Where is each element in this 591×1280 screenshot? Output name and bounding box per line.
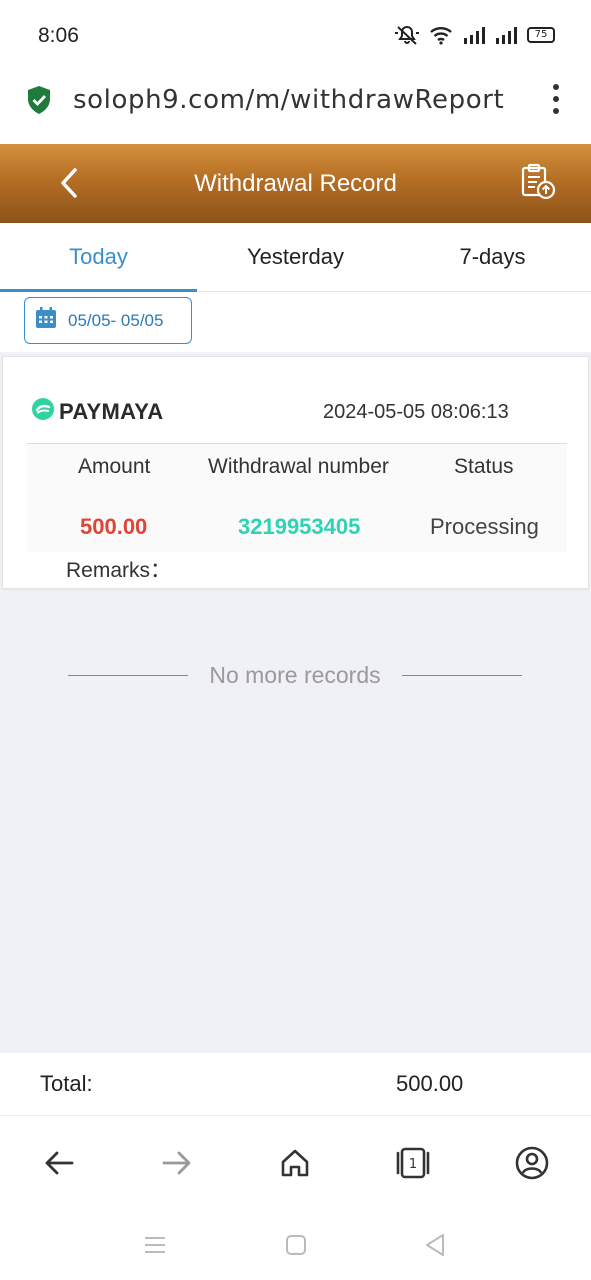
calendar-icon [34, 306, 58, 335]
date-tabs: Today Yesterday 7-days [0, 223, 591, 292]
account-icon[interactable] [512, 1143, 552, 1183]
withdrawal-number-header: Withdrawal number [208, 455, 389, 478]
total-value: 500.00 [396, 1071, 464, 1096]
url-text[interactable]: soloph9.com/m/withdrawReport [73, 85, 504, 115]
app-header: Withdrawal Record [0, 144, 591, 223]
shield-icon [26, 85, 52, 120]
total-label: Total: [40, 1071, 93, 1096]
square-home-icon[interactable] [281, 1230, 311, 1260]
home-icon[interactable] [275, 1143, 315, 1183]
status-icons: 75 [395, 24, 555, 46]
battery-icon: 75 [527, 27, 555, 43]
mute-bell-icon [395, 24, 419, 46]
signal-icon-2 [495, 26, 517, 44]
date-range-label: 05/05- 05/05 [68, 310, 164, 330]
tab-count: 1 [409, 1157, 417, 1172]
tab-yesterday[interactable]: Yesterday [197, 223, 394, 291]
record-details: Amount Withdrawal number Status 500.00 3… [27, 444, 567, 552]
more-menu-icon[interactable] [551, 84, 561, 114]
divider-right [402, 674, 522, 676]
no-more-text: No more records [209, 661, 381, 688]
tab-7-days[interactable]: 7-days [394, 223, 591, 291]
no-more-records: No more records [68, 660, 522, 690]
arrow-back-icon[interactable] [39, 1143, 79, 1183]
amount-value: 500.00 [80, 514, 148, 539]
clipboard-upload-icon[interactable] [519, 163, 557, 206]
browser-bottom-nav: 1 [0, 1115, 591, 1210]
arrow-forward-icon[interactable] [157, 1143, 197, 1183]
system-nav-bar [0, 1210, 591, 1280]
status-time: 8:06 [38, 24, 79, 47]
status-value: Processing [430, 514, 539, 539]
browser-url-bar[interactable]: soloph9.com/m/withdrawReport [0, 70, 591, 144]
withdrawal-number-value: 3219953405 [238, 514, 361, 539]
triangle-back-icon[interactable] [420, 1230, 450, 1260]
total-bar: Total: 500.00 [0, 1053, 591, 1115]
tab-today[interactable]: Today [0, 223, 197, 292]
date-range-button[interactable]: 05/05- 05/05 [24, 297, 192, 344]
payment-method: PAYMAYA [59, 398, 164, 424]
paymaya-logo: PAYMAYA [31, 397, 163, 426]
menu-icon[interactable] [140, 1230, 170, 1260]
wifi-icon [429, 25, 453, 45]
amount-header: Amount [78, 455, 151, 478]
withdrawal-record-card: PAYMAYA 2024-05-05 08:06:13 Amount Withd… [2, 356, 589, 589]
page-title: Withdrawal Record [194, 170, 397, 197]
remarks-label: Remarks： [66, 559, 172, 582]
status-header: Status [454, 455, 514, 478]
paymaya-icon [31, 397, 55, 426]
signal-icon-1 [463, 26, 485, 44]
filter-row: 05/05- 05/05 [0, 292, 591, 352]
status-bar: 8:06 75 [0, 0, 591, 70]
record-datetime: 2024-05-05 08:06:13 [323, 401, 509, 423]
tabs-icon[interactable]: 1 [393, 1143, 433, 1183]
divider-left [68, 674, 188, 676]
